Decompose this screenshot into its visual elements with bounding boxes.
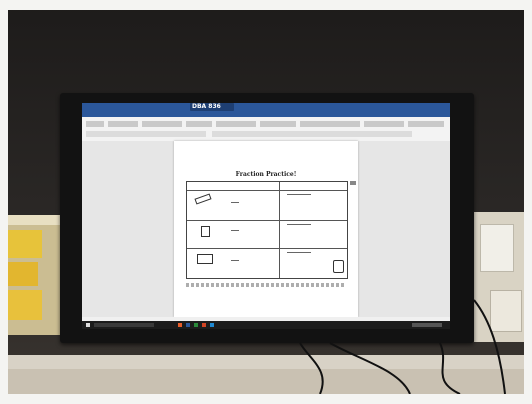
- photo-border: [0, 0, 8, 404]
- photo-border: [0, 394, 532, 404]
- photo-border: [0, 0, 532, 10]
- photo-border: [524, 0, 532, 404]
- cables: [299, 299, 506, 395]
- photo-scene: DBA 836 Fraction Practice!: [0, 0, 532, 404]
